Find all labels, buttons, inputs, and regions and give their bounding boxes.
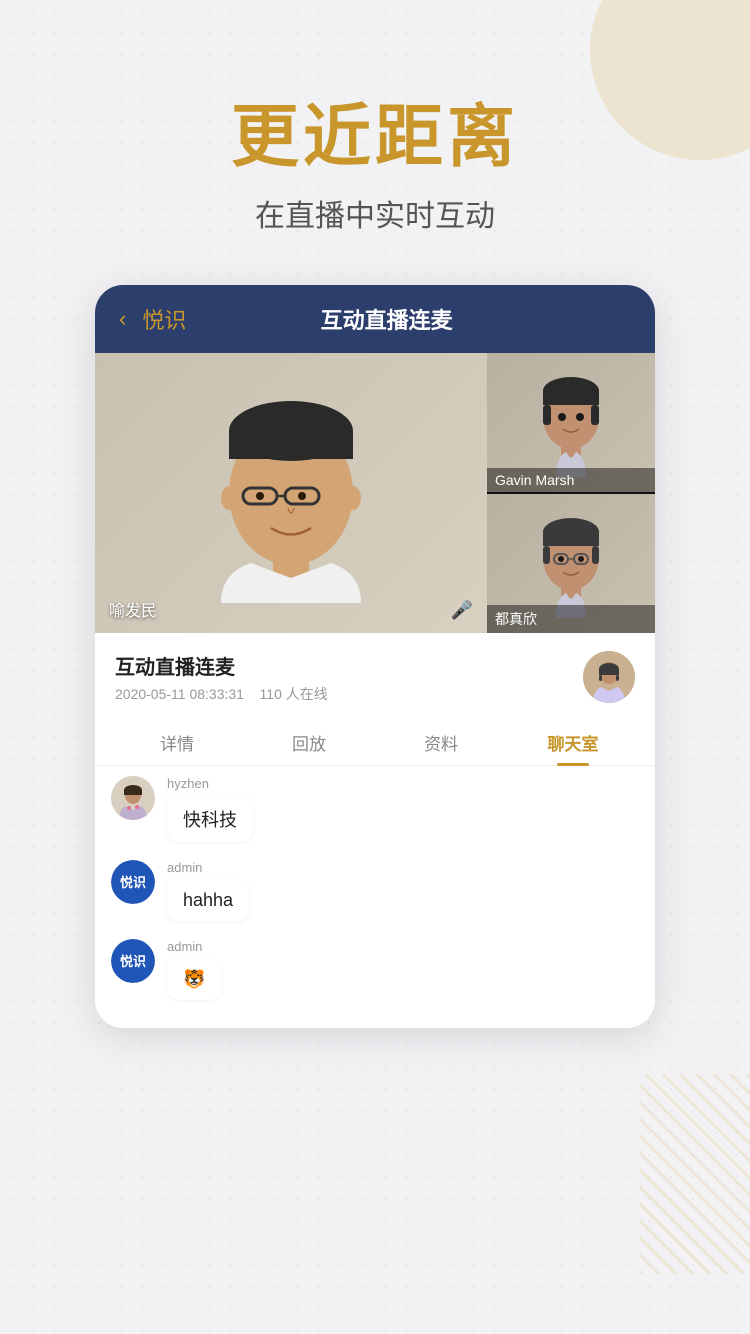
tabs: 详情 回放 资料 聊天室	[95, 716, 655, 766]
decoration-stripes	[640, 1074, 750, 1274]
phone-nav: ‹ 悦识 互动直播连麦	[95, 285, 655, 353]
chat-username-3: admin	[167, 939, 639, 954]
phone-card: ‹ 悦识 互动直播连麦	[95, 285, 655, 1028]
chat-username-2: admin	[167, 860, 639, 875]
chat-bubble-3: 🐯	[167, 959, 221, 1000]
chat-item-2: 悦识 admin hahha	[111, 860, 639, 921]
chat-username-1: hyzhen	[167, 776, 639, 791]
video-grid: 喻发民 🎤	[95, 353, 655, 633]
card-date: 2020-05-11 08:33:31	[115, 686, 244, 702]
nav-title: 互动直播连麦	[321, 303, 453, 335]
speaker1-avatar	[526, 367, 616, 477]
tab-materials[interactable]: 资料	[375, 716, 507, 765]
chat-avatar-hyzhen	[111, 776, 155, 820]
mic-icon: 🎤	[451, 600, 473, 621]
tab-chatroom[interactable]: 聊天室	[507, 716, 639, 765]
app-name-label: 悦识	[142, 303, 186, 335]
main-speaker-label: 喻发民	[109, 597, 157, 621]
chat-content-1: hyzhen 快科技	[167, 776, 639, 842]
back-button[interactable]: ‹	[119, 306, 126, 332]
chat-bubble-2: hahha	[167, 880, 249, 921]
main-title: 更近距离	[0, 100, 750, 175]
card-online: 110 人在线	[260, 686, 328, 702]
main-speaker-face	[95, 353, 487, 633]
video-small-1: Gavin Marsh	[487, 353, 655, 492]
card-info-text: 互动直播连麦 2020-05-11 08:33:31 110 人在线	[115, 651, 571, 704]
small-speaker-1-label: Gavin Marsh	[487, 468, 655, 492]
yueshi-badge-1: 悦识	[111, 860, 155, 904]
chat-content-3: admin 🐯	[167, 939, 639, 1000]
chat-item-1: hyzhen 快科技	[111, 776, 639, 842]
card-title: 互动直播连麦	[115, 651, 571, 680]
chat-avatar-admin-2: 悦识	[111, 939, 155, 983]
chat-bubble-1: 快科技	[167, 796, 253, 842]
video-small-2: 都真欣	[487, 494, 655, 633]
sub-title: 在直播中实时互动	[0, 191, 750, 235]
chat-avatar-admin-1: 悦识	[111, 860, 155, 904]
chat-list: hyzhen 快科技 悦识 admin hahha 悦识 admin 🐯	[95, 766, 655, 1028]
card-avatar	[583, 651, 635, 703]
tab-replay[interactable]: 回放	[243, 716, 375, 765]
host-avatar-svg	[583, 651, 635, 703]
chat-item-3: 悦识 admin 🐯	[111, 939, 639, 1000]
small-speaker-2-label: 都真欣	[487, 605, 655, 633]
yueshi-badge-2: 悦识	[111, 939, 155, 983]
main-speaker-avatar	[191, 373, 391, 613]
video-side: Gavin Marsh	[487, 353, 655, 633]
header-section: 更近距离 在直播中实时互动	[0, 0, 750, 255]
card-info: 互动直播连麦 2020-05-11 08:33:31 110 人在线	[95, 633, 655, 716]
video-main: 喻发民 🎤	[95, 353, 487, 633]
chat-content-2: admin hahha	[167, 860, 639, 921]
speaker2-avatar	[526, 508, 616, 618]
card-meta: 2020-05-11 08:33:31 110 人在线	[115, 684, 571, 704]
hyzhen-avatar-svg	[111, 776, 155, 820]
tab-details[interactable]: 详情	[111, 716, 243, 765]
